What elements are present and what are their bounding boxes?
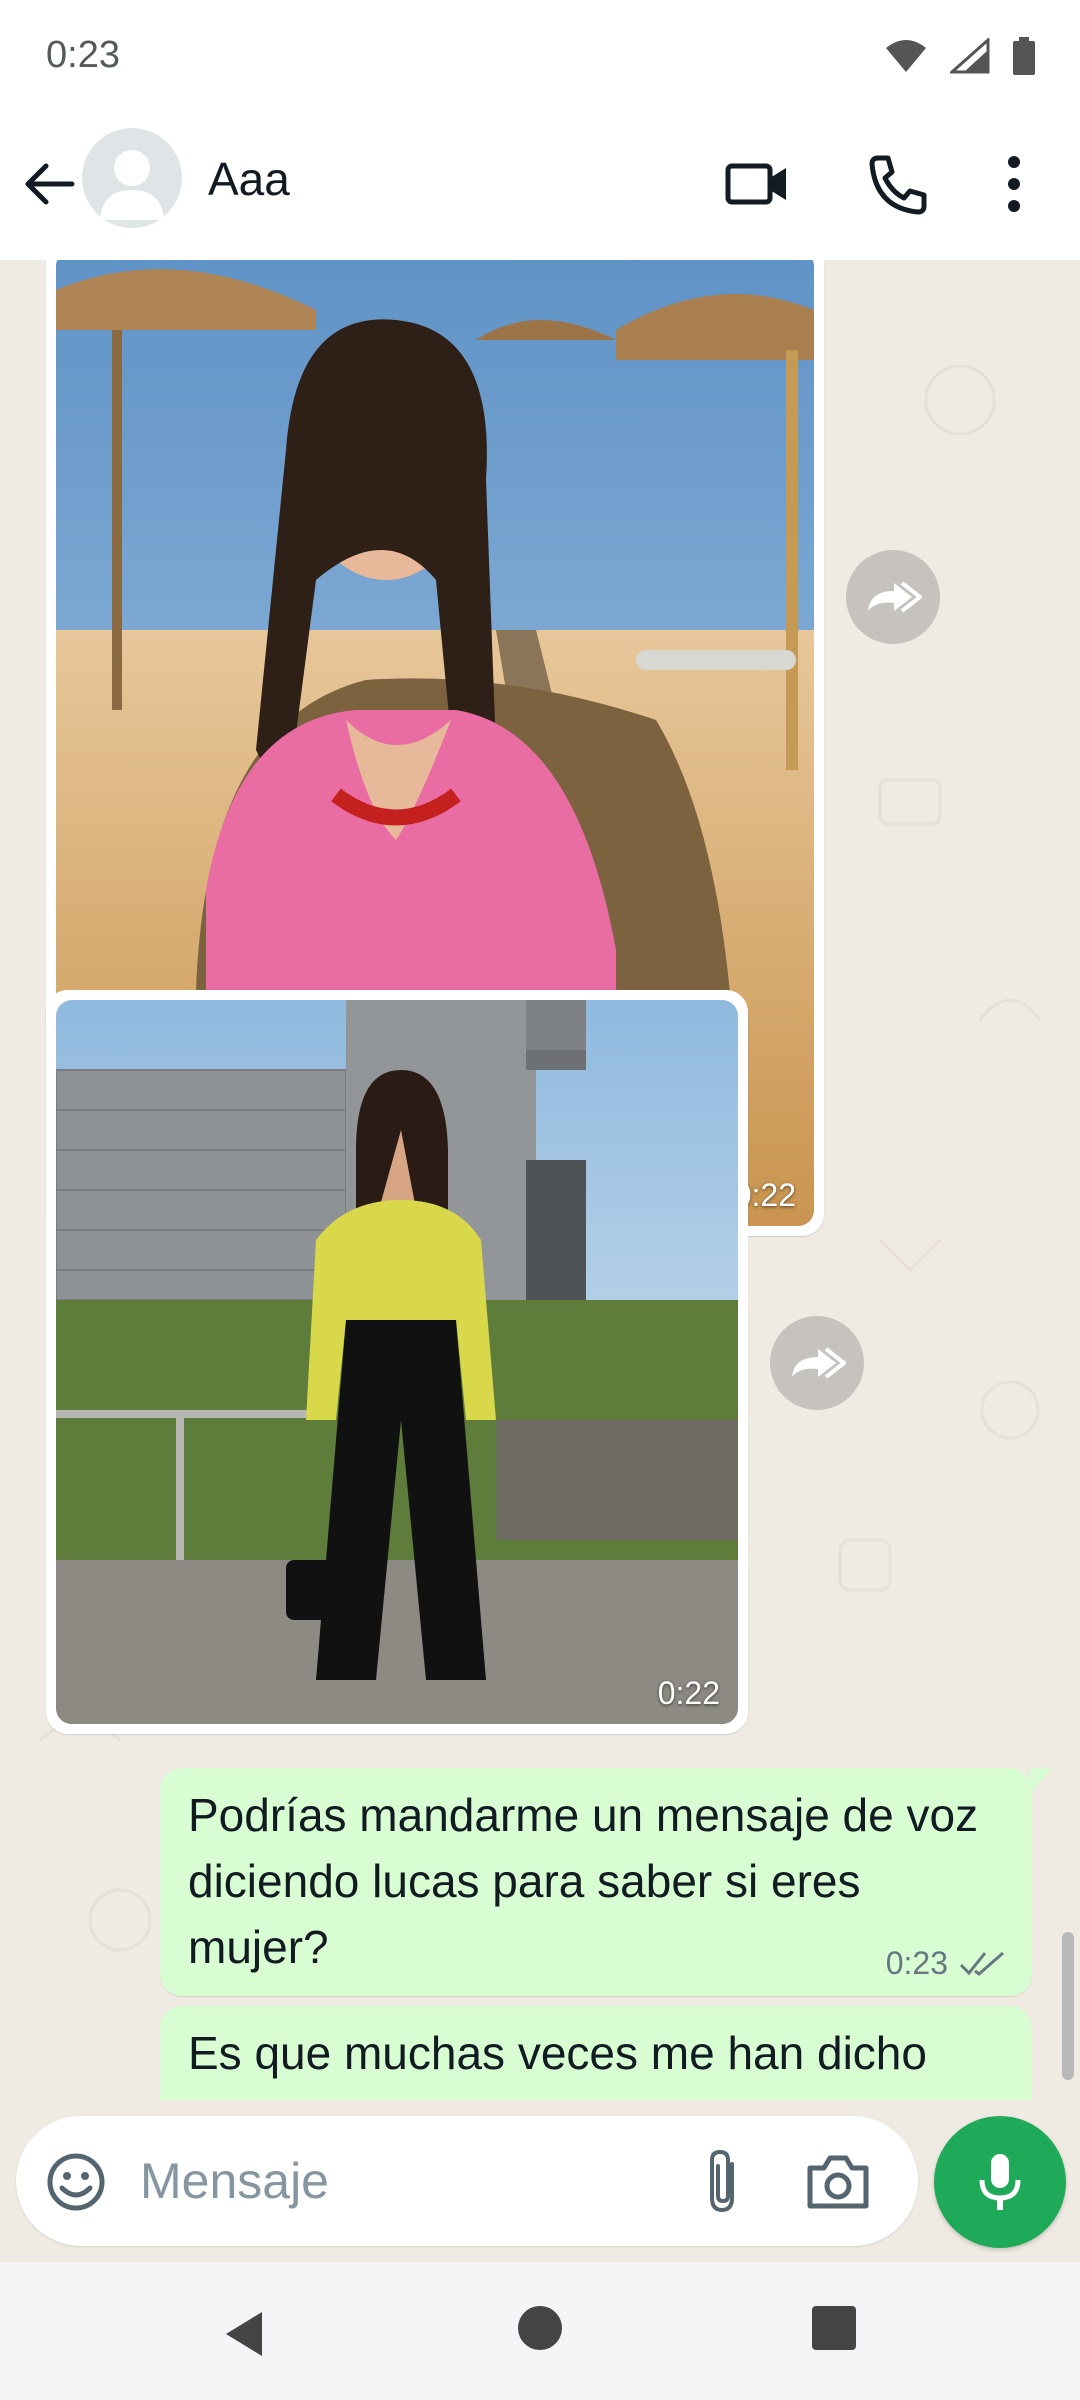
attach-button[interactable] [692, 2146, 756, 2218]
message-text: Podrías mandarme un mensaje de voz dicie… [188, 1789, 979, 1973]
double-check-icon [959, 1951, 1004, 1976]
chat-scrollbar[interactable] [1062, 1932, 1074, 2080]
mic-icon [979, 2154, 1021, 2210]
avatar-placeholder-icon [100, 150, 164, 220]
voice-record-button[interactable] [934, 2116, 1066, 2248]
outgoing-message[interactable]: Es que muchas veces me han dicho [160, 2006, 1032, 2100]
status-time: 0:23 [46, 34, 120, 76]
composer-area [0, 2100, 1080, 2262]
chat-area[interactable]: 0:22 0:22 Podrías mandarme un mensaje de… [0, 260, 1080, 2100]
message-time: 0:22 [657, 1675, 720, 1711]
camera-button[interactable] [802, 2146, 874, 2218]
phone-icon [869, 155, 927, 215]
back-arrow-icon [25, 163, 75, 205]
message-meta: 0:23 [886, 1945, 1008, 1982]
signal-icon [950, 38, 990, 74]
more-options-button[interactable] [990, 148, 1038, 220]
nav-back-icon[interactable] [216, 2304, 276, 2364]
forward-icon [792, 1347, 846, 1379]
more-vert-icon [1008, 156, 1020, 212]
bubble-tail [1030, 1768, 1052, 1794]
nav-home-icon[interactable] [518, 2306, 562, 2350]
outgoing-message[interactable]: Podrías mandarme un mensaje de voz dicie… [160, 1768, 1032, 1996]
camera-icon [807, 2155, 869, 2209]
forward-icon [868, 581, 922, 613]
system-nav-bar [0, 2262, 1080, 2400]
message-input[interactable] [140, 2146, 660, 2216]
emoji-button[interactable] [44, 2150, 108, 2214]
status-bar: 0:23 [0, 0, 1080, 112]
nav-recents-icon[interactable] [812, 2306, 856, 2350]
video-call-button[interactable] [722, 148, 794, 220]
attach-icon [710, 2149, 734, 2213]
wifi-icon [886, 40, 926, 72]
message-time: 0:23 [885, 1945, 948, 1981]
forward-button[interactable] [846, 550, 940, 644]
chat-header: Aaa [0, 112, 1080, 260]
forward-button[interactable] [770, 1316, 864, 1410]
avatar[interactable] [82, 128, 182, 228]
contact-name[interactable]: Aaa [208, 152, 290, 206]
photo-building-coast [56, 1000, 738, 1724]
back-button[interactable] [18, 152, 82, 216]
video-call-icon [725, 163, 786, 205]
voice-call-button[interactable] [862, 148, 934, 220]
image-message[interactable]: 0:22 [46, 990, 748, 1734]
message-composer [16, 2116, 918, 2246]
photo-thumbnail[interactable]: 0:22 [56, 1000, 738, 1724]
emoji-icon [47, 2153, 105, 2211]
status-icons [884, 36, 1036, 76]
battery-icon [1013, 37, 1035, 75]
message-text: Es que muchas veces me han dicho [188, 2027, 927, 2079]
